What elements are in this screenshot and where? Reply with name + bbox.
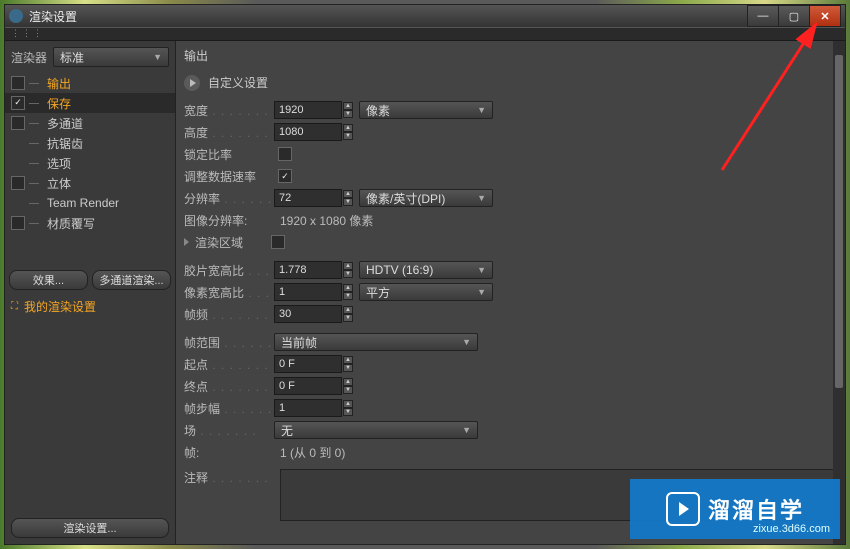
sidebar: 渲染器 标准▼ 输出 保存 多通 [5,41,176,544]
titlebar[interactable]: 渲染设置 — ▢ ✕ [5,5,845,27]
lock-ratio-label: 锁定比率 [184,146,274,163]
sidebar-item-multipass[interactable]: 多通道 [5,113,175,133]
minimize-button[interactable]: — [747,5,779,27]
maximize-button[interactable]: ▢ [778,5,810,27]
grip-bar[interactable]: ⋮⋮⋮ [5,27,845,41]
field-label: 场 [184,422,274,439]
preset-icon: ⛶ [11,301,18,312]
multipass-render-button[interactable]: 多通道渲染... [92,270,171,290]
scrollbar[interactable] [833,41,845,544]
height-spinner[interactable]: ▲▼ [343,124,353,140]
resolution-spinner[interactable]: ▲▼ [343,190,353,206]
render-settings-window: 渲染设置 — ▢ ✕ ⋮⋮⋮ 渲染器 标准▼ 输出 [4,4,846,545]
custom-settings-label: 自定义设置 [208,74,268,91]
watermark-logo-icon [666,492,700,526]
notes-label: 注释 [184,469,274,486]
watermark-text: 溜溜自学 [708,493,804,525]
chevron-down-icon: ▼ [462,337,471,347]
sidebar-item-teamrender[interactable]: Team Render [5,193,175,213]
renderer-label: 渲染器 [11,49,47,66]
close-button[interactable]: ✕ [809,5,841,27]
start-spinner[interactable]: ▲▼ [343,356,353,372]
frame-range-select[interactable]: 当前帧▼ [274,333,478,351]
pixel-aspect-label: 像素宽高比 [184,284,274,301]
lock-ratio-checkbox[interactable] [278,147,292,161]
section-header: 输出 [176,41,845,70]
chevron-down-icon: ▼ [477,265,486,275]
sidebar-item-material-override[interactable]: 材质覆写 [5,213,175,233]
height-label: 高度 [184,124,274,141]
end-label: 终点 [184,378,274,395]
renderer-dropdown[interactable]: 标准▼ [53,47,169,67]
settings-tree: 输出 保存 多通道 抗锯齿 [5,73,175,266]
frames-value: 1 (从 0 到 0) [280,444,345,461]
resolution-label: 分辨率 [184,190,274,207]
collapse-icon[interactable] [184,238,189,246]
pixel-aspect-select[interactable]: 平方▼ [359,283,493,301]
field-select[interactable]: 无▼ [274,421,478,439]
chevron-down-icon: ▼ [477,287,486,297]
resolution-input[interactable]: 72 [274,189,342,207]
render-setting-button[interactable]: 渲染设置... [11,518,169,538]
step-input[interactable]: 1 [274,399,342,417]
adjust-rate-label: 调整数据速率 [184,168,274,185]
main-panel: 输出 自定义设置 宽度 1920 ▲▼ 像素▼ 高度 1080 ▲▼ 锁 [176,41,845,544]
fps-spinner[interactable]: ▲▼ [343,306,353,322]
app-icon [9,9,23,23]
chevron-down-icon: ▼ [477,105,486,115]
film-aspect-spinner[interactable]: ▲▼ [343,262,353,278]
width-unit-select[interactable]: 像素▼ [359,101,493,119]
start-label: 起点 [184,356,274,373]
chevron-down-icon: ▼ [462,425,471,435]
step-label: 帧步幅 [184,400,274,417]
image-resolution-value: 1920 x 1080 像素 [280,212,373,229]
pixel-aspect-input[interactable]: 1 [274,283,342,301]
pixel-aspect-spinner[interactable]: ▲▼ [343,284,353,300]
chevron-down-icon: ▼ [153,52,162,62]
end-spinner[interactable]: ▲▼ [343,378,353,394]
render-region-checkbox[interactable] [271,235,285,249]
step-spinner[interactable]: ▲▼ [343,400,353,416]
effects-button[interactable]: 效果... [9,270,88,290]
width-label: 宽度 [184,102,274,119]
checkbox-icon[interactable] [11,176,25,190]
sidebar-item-antialias[interactable]: 抗锯齿 [5,133,175,153]
window-title: 渲染设置 [29,8,77,25]
checkbox-icon[interactable] [11,76,25,90]
checkbox-icon[interactable] [11,116,25,130]
height-input[interactable]: 1080 [274,123,342,141]
start-input[interactable]: 0 F [274,355,342,373]
chevron-down-icon: ▼ [477,193,486,203]
frame-range-label: 帧范围 [184,334,274,351]
end-input[interactable]: 0 F [274,377,342,395]
scrollbar-thumb[interactable] [835,55,843,388]
film-aspect-input[interactable]: 1.778 [274,261,342,279]
sidebar-item-stereo[interactable]: 立体 [5,173,175,193]
image-resolution-label: 图像分辨率: [184,212,274,229]
adjust-rate-checkbox[interactable] [278,169,292,183]
render-region-label: 渲染区域 [195,234,267,251]
preset-play-icon[interactable] [184,75,200,91]
watermark: 溜溜自学 zixue.3d66.com [630,479,840,539]
preset-row[interactable]: ⛶ 我的渲染设置 [5,294,175,319]
film-aspect-select[interactable]: HDTV (16:9)▼ [359,261,493,279]
fps-label: 帧频 [184,306,274,323]
resolution-unit-select[interactable]: 像素/英寸(DPI)▼ [359,189,493,207]
sidebar-item-output[interactable]: 输出 [5,73,175,93]
width-spinner[interactable]: ▲▼ [343,102,353,118]
checkbox-icon[interactable] [11,96,25,110]
checkbox-icon[interactable] [11,216,25,230]
sidebar-item-options[interactable]: 选项 [5,153,175,173]
width-input[interactable]: 1920 [274,101,342,119]
frames-label: 帧: [184,444,274,461]
film-aspect-label: 胶片宽高比 [184,262,274,279]
sidebar-item-save[interactable]: 保存 [5,93,175,113]
watermark-sub: zixue.3d66.com [753,523,830,535]
fps-input[interactable]: 30 [274,305,342,323]
